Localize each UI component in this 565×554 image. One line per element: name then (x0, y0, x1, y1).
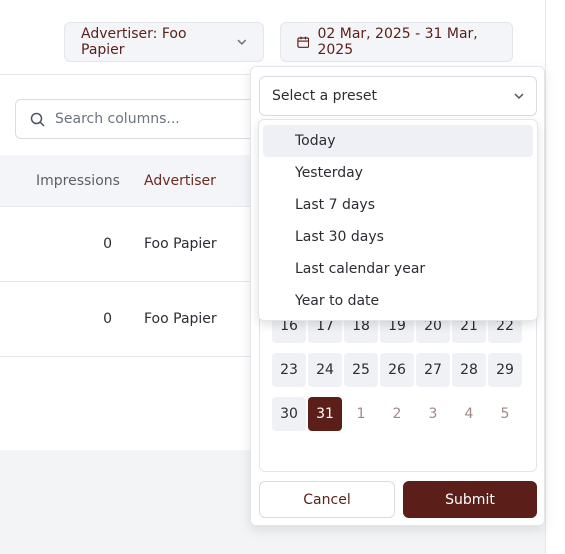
advertiser-filter-button[interactable]: Advertiser: Foo Papier (64, 22, 264, 62)
calendar-day[interactable]: 23 (272, 353, 306, 387)
advertiser-cell: Foo Papier (144, 236, 217, 252)
preset-option[interactable]: Last 30 days (263, 221, 533, 253)
calendar-grid: 16 17 18 19 20 21 22 23 24 25 26 27 28 29 30 31 1 2 3 4 5 (259, 297, 537, 472)
preset-option[interactable]: Last 7 days (263, 189, 533, 221)
calendar-day[interactable]: 2 (380, 397, 414, 431)
preset-dropdown-menu: Today Yesterday Last 7 days Last 30 days Las… (258, 119, 538, 321)
chevron-down-icon (514, 93, 524, 100)
advertiser-cell: Foo Papier (144, 311, 217, 327)
column-header-impressions[interactable]: Impressions (36, 173, 120, 189)
date-range-button[interactable]: 02 Mar, 2025 - 31 Mar, 2025 (280, 22, 513, 62)
calendar-day[interactable]: 25 (344, 353, 378, 387)
preset-option[interactable]: Year to date (263, 285, 533, 317)
calendar-day[interactable]: 30 (272, 397, 306, 431)
impressions-cell: 0 (103, 236, 112, 252)
calendar-day[interactable]: 24 (308, 353, 342, 387)
advertiser-filter-label: Advertiser: Foo Papier (81, 26, 187, 58)
calendar-day[interactable]: 4 (452, 397, 486, 431)
submit-button[interactable]: Submit (403, 481, 537, 518)
date-range-label: 02 Mar, 2025 - 31 Mar, 2025 (317, 26, 478, 58)
scrollbar-gutter (545, 0, 565, 554)
search-columns-box[interactable] (15, 99, 260, 139)
calendar-icon (297, 36, 310, 48)
calendar-day[interactable]: 1 (344, 397, 378, 431)
calendar-day[interactable]: 29 (488, 353, 522, 387)
preset-option[interactable]: Today (263, 125, 533, 157)
preset-option[interactable]: Last calendar year (263, 253, 533, 285)
search-icon (30, 112, 45, 127)
calendar-day[interactable]: 27 (416, 353, 450, 387)
calendar-day[interactable]: 28 (452, 353, 486, 387)
preset-select-placeholder: Select a preset (272, 88, 378, 104)
column-header-advertiser[interactable]: Advertiser (144, 173, 216, 189)
preset-option[interactable]: Yesterday (263, 157, 533, 189)
cancel-button[interactable]: Cancel (259, 481, 395, 518)
calendar-day[interactable]: 3 (416, 397, 450, 431)
calendar-day[interactable]: 31 (308, 397, 342, 431)
impressions-cell: 0 (103, 311, 112, 327)
search-columns-input[interactable] (55, 111, 235, 127)
chevron-down-icon (237, 39, 247, 45)
preset-select[interactable]: Select a preset (259, 76, 537, 116)
calendar-day[interactable]: 26 (380, 353, 414, 387)
calendar-day[interactable]: 5 (488, 397, 522, 431)
